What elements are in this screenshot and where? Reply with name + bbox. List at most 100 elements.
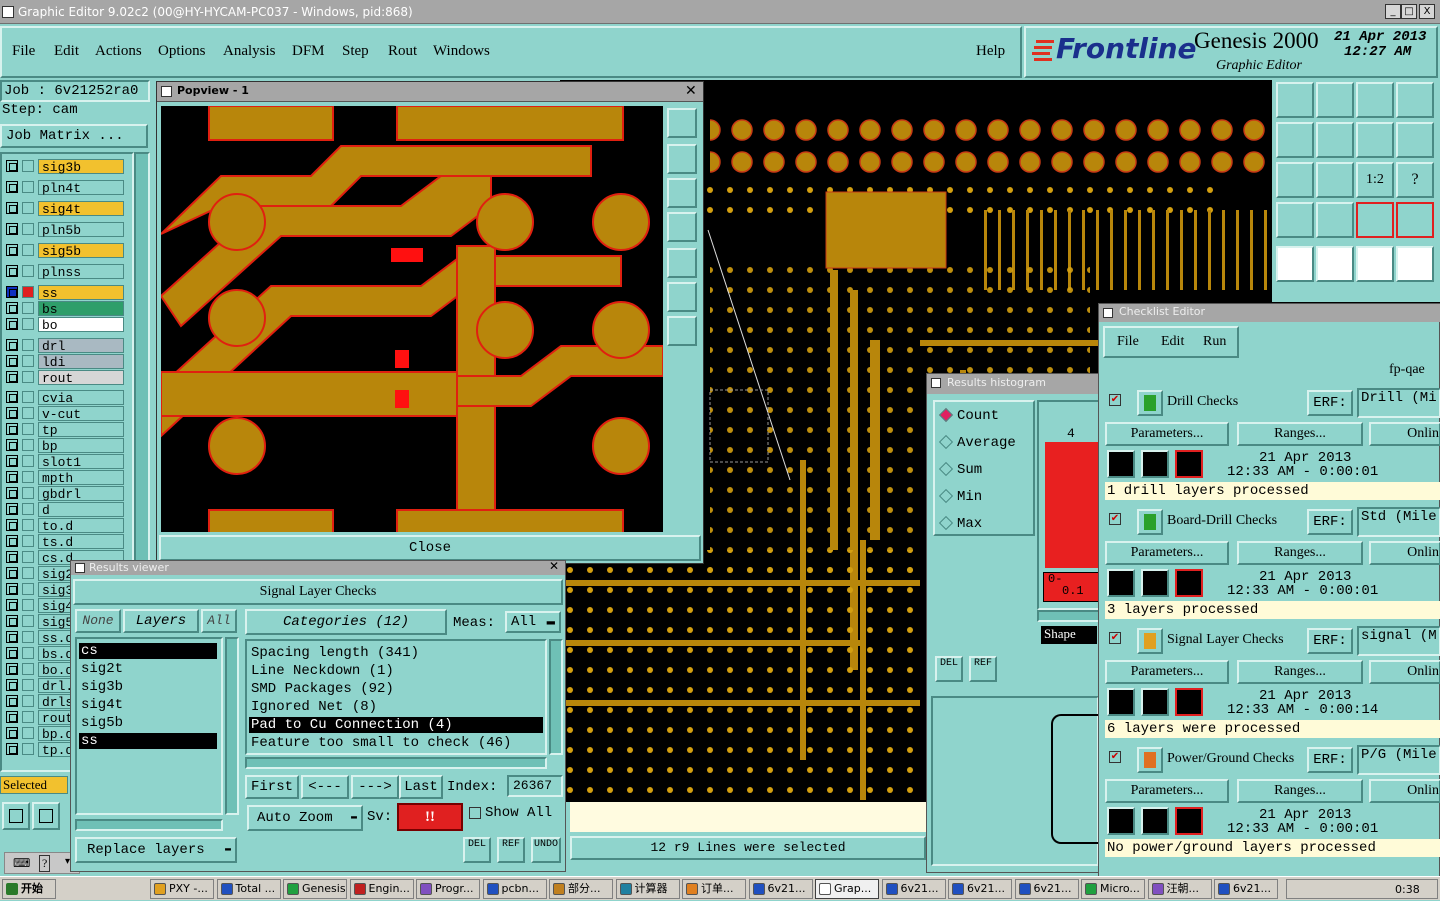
stop-check-icon[interactable] [1175, 450, 1203, 478]
taskbar-task[interactable]: Total ... [216, 879, 281, 899]
layer-color-swatch[interactable] [22, 391, 34, 403]
help-icon[interactable]: ? [39, 855, 51, 872]
layer-row-rout[interactable]: rout [6, 370, 124, 386]
layer-checkbox[interactable] [6, 615, 18, 627]
layer-color-swatch[interactable] [22, 302, 34, 314]
layer-color-swatch[interactable] [22, 615, 34, 627]
layer-row-mpth[interactable]: mpth [6, 470, 124, 486]
taskbar-task[interactable]: 6v21... [1014, 879, 1079, 899]
histogram-option-count[interactable]: Count [938, 406, 1033, 426]
popview-left-icon[interactable] [667, 212, 697, 242]
run-all-icon[interactable] [1141, 569, 1169, 597]
stop-check-icon[interactable] [1175, 569, 1203, 597]
taskbar-task[interactable]: Progr... [416, 879, 480, 899]
tool-layers-icon[interactable] [1276, 202, 1314, 238]
ranges-button[interactable]: Ranges... [1237, 660, 1363, 684]
taskbar-task[interactable]: 6v21... [881, 879, 946, 899]
tool-home-icon[interactable] [1356, 82, 1394, 118]
menu-analysis[interactable]: Analysis [223, 43, 276, 60]
layer-color-swatch[interactable] [22, 679, 34, 691]
taskbar-task[interactable]: 6v21... [748, 879, 813, 899]
layer-checkbox[interactable] [6, 743, 18, 755]
popview-up-icon[interactable] [667, 144, 697, 174]
layer-row-tsd[interactable]: ts.d [6, 534, 124, 550]
radio-icon[interactable] [938, 488, 954, 504]
layer-row-sig4t[interactable]: sig4t [6, 201, 124, 217]
meas-dropdown[interactable]: All ▬ [505, 611, 561, 633]
first-button[interactable]: First [245, 775, 299, 799]
online-button[interactable]: Onlin [1369, 779, 1440, 803]
parameters-button[interactable]: Parameters... [1105, 541, 1229, 565]
layer-checkbox[interactable] [6, 551, 18, 563]
results-layer-hscrollbar[interactable] [75, 819, 223, 831]
popview-zoom-in-icon[interactable] [667, 282, 697, 312]
last-button[interactable]: Last [399, 775, 443, 799]
results-layer-item[interactable]: ss [79, 733, 217, 749]
run-check-icon[interactable] [1107, 569, 1135, 597]
layer-color-swatch[interactable] [22, 423, 34, 435]
layer-row-drl[interactable]: drl [6, 338, 124, 354]
layer-color-swatch[interactable] [22, 743, 34, 755]
layer-row-bs[interactable]: bs [6, 301, 124, 317]
layer-checkbox[interactable] [6, 567, 18, 579]
menu-rout[interactable]: Rout [388, 43, 417, 60]
checklist-menu-edit[interactable]: Edit [1161, 334, 1184, 350]
layer-row-plnss[interactable]: plnss [6, 264, 124, 280]
layer-color-swatch[interactable] [22, 519, 34, 531]
tool-grid-icon[interactable] [1316, 202, 1354, 238]
layer-color-swatch[interactable] [22, 599, 34, 611]
layer-color-swatch[interactable] [22, 711, 34, 723]
category-item[interactable]: Pad to Cu Connection (4) [249, 717, 543, 733]
layer-row-vcut[interactable]: v-cut [6, 406, 124, 422]
popview-down-icon[interactable] [667, 178, 697, 208]
results-layer-scrollbar[interactable] [225, 637, 239, 815]
check-enabled-checkbox[interactable]: ✔ [1109, 751, 1121, 763]
erf-input[interactable]: P/G (Mile [1357, 745, 1440, 775]
layer-checkbox[interactable] [6, 181, 18, 193]
layer-checkbox[interactable] [6, 455, 18, 467]
tool-mirror-icon[interactable] [1396, 122, 1434, 158]
layer-color-swatch[interactable] [22, 160, 34, 172]
stop-check-icon[interactable] [1175, 807, 1203, 835]
layer-checkbox[interactable] [6, 318, 18, 330]
tool-pan-right-icon[interactable] [1316, 122, 1354, 158]
layer-color-swatch[interactable] [22, 663, 34, 675]
layer-row-slot1[interactable]: slot1 [6, 454, 124, 470]
layer-row-bo[interactable]: bo [6, 317, 124, 333]
select-tool-button[interactable] [2, 802, 30, 830]
results-layer-item[interactable]: sig5b [79, 715, 217, 731]
layer-color-swatch[interactable] [22, 487, 34, 499]
taskbar-task[interactable]: Micro... [1081, 879, 1145, 899]
layer-color-swatch[interactable] [22, 695, 34, 707]
layer-color-swatch[interactable] [22, 286, 34, 298]
run-check-icon[interactable] [1107, 688, 1135, 716]
histogram-scrollbar[interactable] [1037, 610, 1101, 622]
auto-zoom-button[interactable]: Auto Zoom ▬ [247, 805, 363, 831]
results-layer-item[interactable]: sig4t [79, 697, 217, 713]
parameters-button[interactable]: Parameters... [1105, 422, 1229, 446]
undo-button[interactable]: UNDO [531, 837, 561, 863]
layer-color-swatch[interactable] [22, 503, 34, 515]
layer-color-swatch[interactable] [22, 583, 34, 595]
popview-canvas[interactable] [161, 106, 663, 532]
menu-windows[interactable]: Windows [433, 43, 490, 60]
tool-rotate-icon[interactable] [1356, 122, 1394, 158]
layer-color-swatch[interactable] [22, 202, 34, 214]
menu-actions[interactable]: Actions [95, 43, 142, 60]
erf-input[interactable]: signal (M [1357, 626, 1440, 656]
layer-checkbox[interactable] [6, 160, 18, 172]
tool-pan-left-icon[interactable] [1276, 122, 1314, 158]
layers-none-button[interactable]: None [75, 609, 121, 633]
layer-checkbox[interactable] [6, 519, 18, 531]
tool-scale-icon[interactable]: 1:2 [1356, 162, 1394, 198]
layer-checkbox[interactable] [6, 631, 18, 643]
layer-checkbox[interactable] [6, 223, 18, 235]
layer-color-swatch[interactable] [22, 439, 34, 451]
category-item[interactable]: SMD Packages (92) [249, 681, 543, 697]
popview-close-icon[interactable]: ✕ [685, 83, 697, 100]
taskbar-task[interactable]: Grap... [815, 879, 879, 899]
layer-checkbox[interactable] [6, 265, 18, 277]
layer-color-swatch[interactable] [22, 244, 34, 256]
replace-layers-button[interactable]: Replace layers ▬ [75, 837, 237, 863]
check-enabled-checkbox[interactable]: ✔ [1109, 394, 1121, 406]
